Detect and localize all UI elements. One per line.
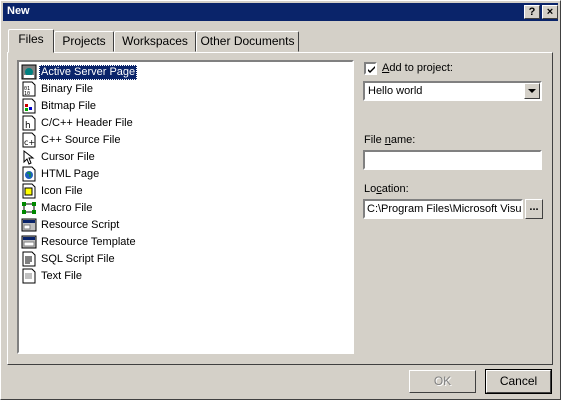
list-item[interactable]: h C/C++ Header File bbox=[21, 115, 341, 132]
binary-file-icon: 0110 bbox=[22, 81, 36, 97]
location-label: Location: bbox=[364, 183, 409, 195]
list-item[interactable]: Macro File bbox=[21, 200, 341, 217]
close-button[interactable]: × bbox=[542, 5, 558, 19]
checkmark-icon bbox=[368, 66, 375, 73]
cursor-file-icon bbox=[23, 149, 35, 165]
list-item[interactable]: Resource Script bbox=[21, 217, 341, 234]
list-item[interactable]: c+ C++ Source File bbox=[21, 132, 341, 149]
resource-script-icon bbox=[21, 218, 37, 232]
svg-text:c+: c+ bbox=[24, 138, 35, 147]
list-item[interactable]: Cursor File bbox=[21, 149, 341, 166]
source-file-icon: c+ bbox=[22, 132, 36, 148]
file-name-label: File name: bbox=[364, 134, 416, 146]
svg-text:h: h bbox=[25, 121, 31, 131]
html-page-icon bbox=[22, 166, 36, 182]
icon-file-icon bbox=[22, 183, 36, 199]
chevron-down-icon bbox=[528, 89, 536, 93]
cancel-button[interactable]: Cancel bbox=[485, 369, 552, 394]
list-item[interactable]: 01 10 Binary File bbox=[21, 81, 341, 98]
list-item[interactable]: Bitmap File bbox=[21, 98, 341, 115]
ok-button[interactable]: OK bbox=[409, 370, 476, 393]
text-file-icon bbox=[22, 268, 36, 284]
list-item[interactable]: SQL Script File bbox=[21, 251, 341, 268]
file-name-input[interactable] bbox=[363, 150, 542, 170]
dialog-title: New bbox=[7, 5, 30, 17]
title-bar[interactable]: New ? × bbox=[3, 3, 558, 21]
tab-workspaces[interactable]: Workspaces bbox=[114, 31, 196, 52]
list-item[interactable]: Active Server Page bbox=[21, 64, 341, 81]
tab-files[interactable]: Files bbox=[8, 29, 54, 53]
add-to-project-label: Add to project: bbox=[382, 62, 453, 74]
tab-projects[interactable]: Projects bbox=[54, 31, 114, 52]
add-to-project-checkbox[interactable] bbox=[364, 62, 377, 75]
browse-button[interactable]: ... bbox=[525, 199, 543, 219]
svg-text:10: 10 bbox=[24, 91, 30, 97]
resource-template-icon bbox=[21, 235, 37, 249]
file-type-list[interactable]: Active Server Page 01 10 Binary File Bitm… bbox=[17, 60, 354, 354]
bitmap-file-icon bbox=[22, 98, 36, 114]
help-button[interactable]: ? bbox=[524, 5, 540, 19]
location-input[interactable]: C:\Program Files\Microsoft Visual Studio bbox=[363, 199, 523, 219]
list-item[interactable]: Resource Template bbox=[21, 234, 341, 251]
list-item[interactable]: Text File bbox=[21, 268, 341, 285]
tab-other-documents[interactable]: Other Documents bbox=[196, 31, 299, 52]
sql-script-icon bbox=[22, 251, 36, 267]
asp-icon bbox=[21, 64, 37, 80]
header-file-icon: h bbox=[22, 115, 36, 131]
project-select-value: Hello world bbox=[368, 85, 423, 97]
list-item[interactable]: HTML Page bbox=[21, 166, 341, 183]
project-select[interactable]: Hello world bbox=[363, 81, 542, 101]
macro-file-icon bbox=[22, 202, 36, 214]
dropdown-button[interactable] bbox=[524, 83, 540, 99]
list-item[interactable]: Icon File bbox=[21, 183, 341, 200]
